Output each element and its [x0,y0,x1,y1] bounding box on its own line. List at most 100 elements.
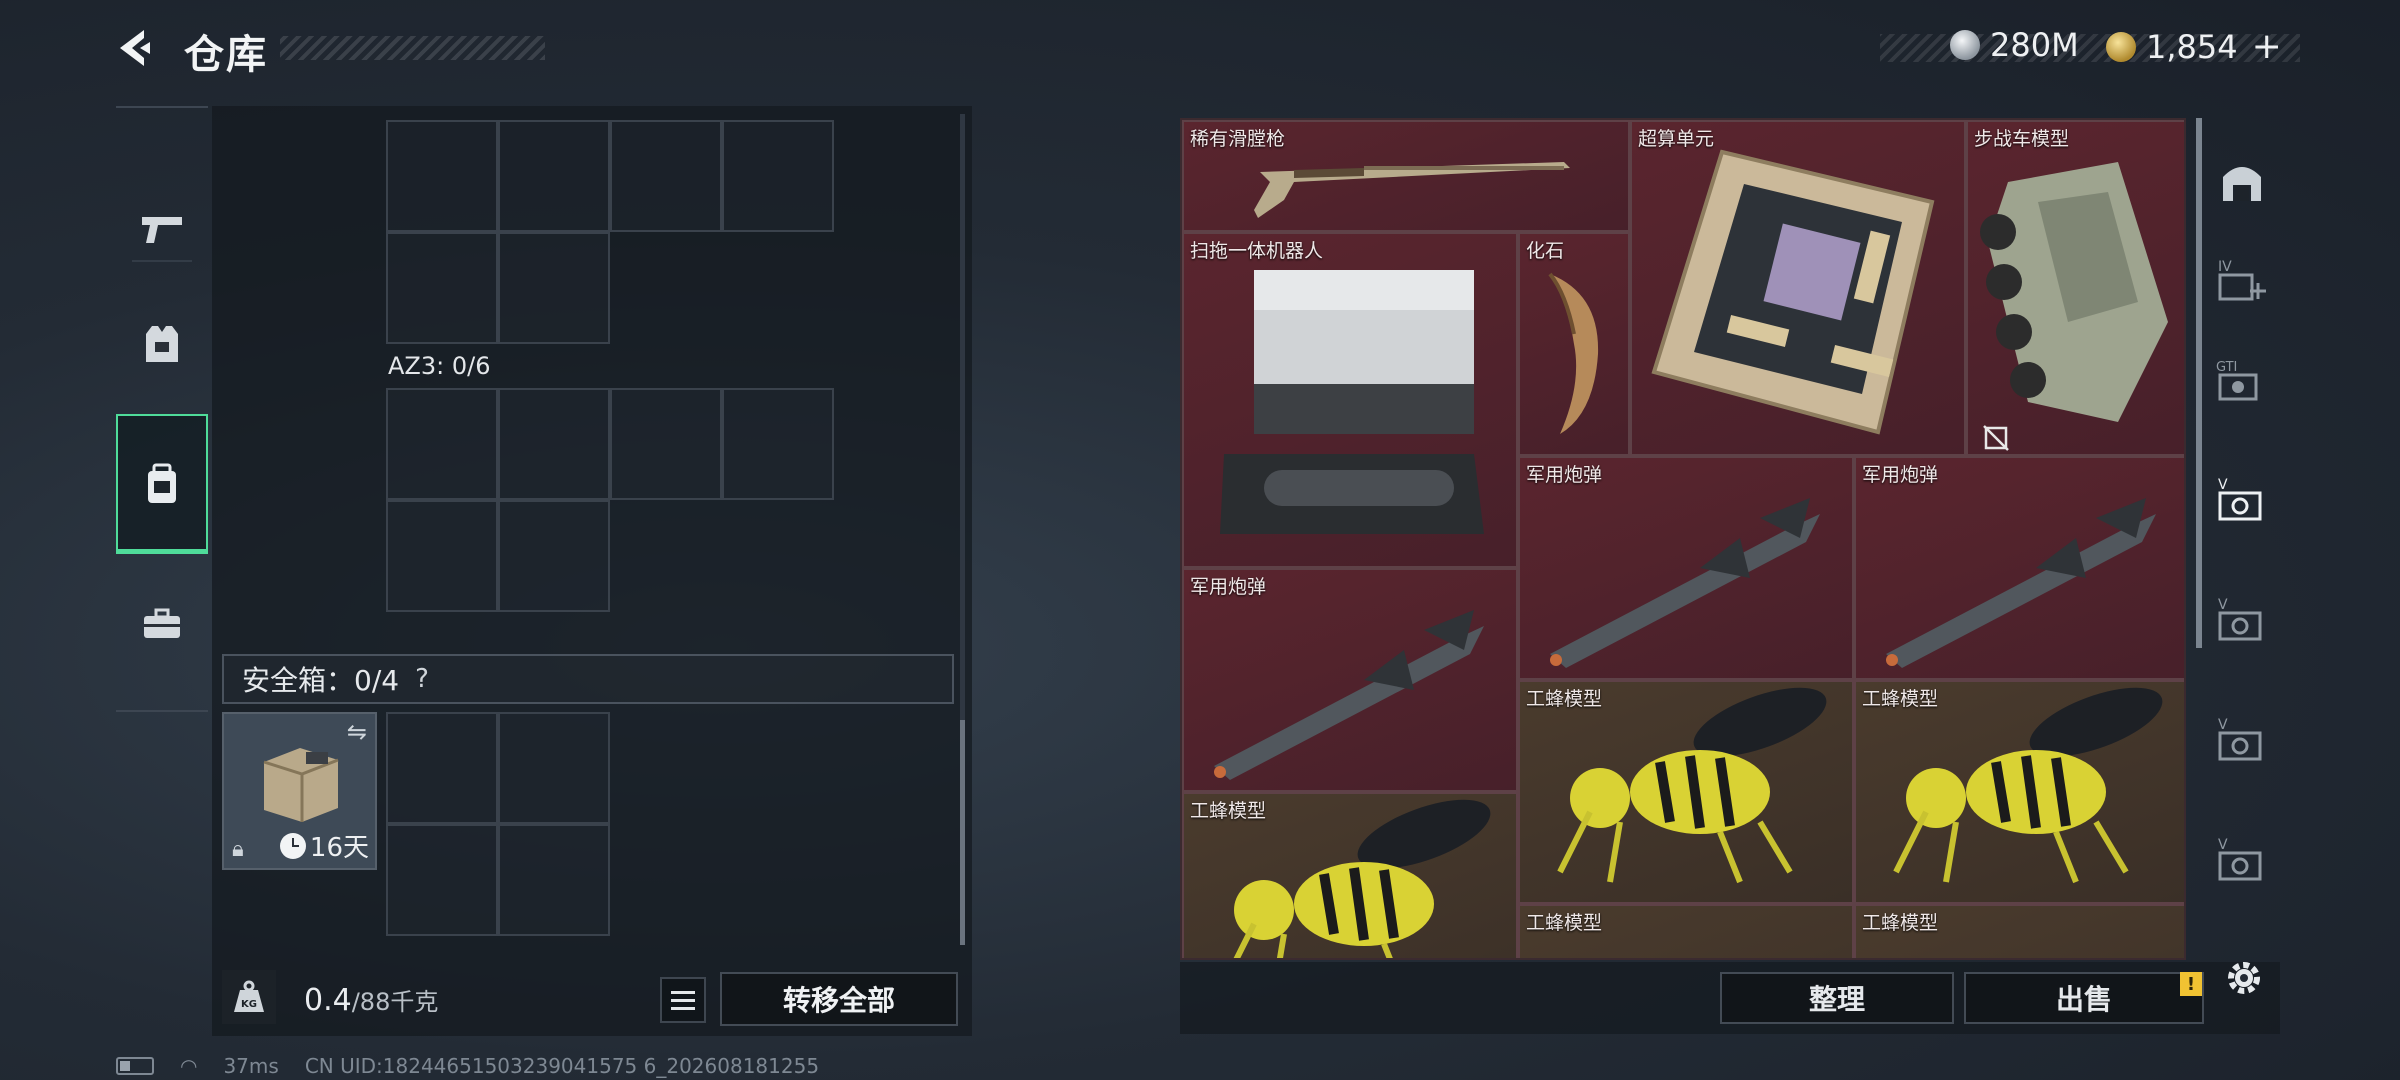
grid-slot[interactable] [386,120,498,232]
stash-item-worker-bee-model[interactable]: 工蜂模型 [1854,904,2184,958]
wifi-icon: ◠ [180,1054,198,1078]
currency-gold: 1,854 + [2106,26,2282,67]
stash-tab-v[interactable]: V [2210,588,2274,652]
safe-box-days: 16天 [309,833,369,863]
silver-amount: 280M [1990,26,2079,64]
backpack-icon [148,463,176,503]
list-view-button[interactable] [660,977,706,1023]
weight-value: 0.4 [304,983,352,1018]
sort-button[interactable]: 整理 [1720,972,1954,1024]
lock-icon: 🔒︎ [232,837,244,862]
grid-slot[interactable] [498,388,610,500]
stash-item-military-shell[interactable]: 军用炮弹 [1854,456,2184,680]
ping-readout: 37ms [223,1054,279,1078]
stash-tab-v-active[interactable]: V [2210,468,2274,532]
stash-v-icon: V [2218,837,2262,881]
add-currency-button[interactable]: + [2252,26,2282,67]
svg-text:V: V [2218,837,2228,853]
safe-box-label: 安全箱：0/4 [242,664,400,697]
az3-label: AZ3: 0/6 [388,352,491,380]
stash-item-computing-unit[interactable]: 超算单元 [1630,120,1966,456]
svg-text:KG: KG [241,999,257,1010]
weight-readout: 0.4/88千克 [304,982,438,1018]
stash-tab-gti[interactable]: GTI [2210,348,2274,412]
grid-slot[interactable] [386,388,498,500]
category-case[interactable] [116,554,208,694]
grid-slot[interactable] [610,388,722,500]
sell-alert-badge: ! [2180,972,2202,996]
swap-icon[interactable]: ⇋ [347,718,367,746]
sell-button[interactable]: 出售 [1964,972,2204,1024]
safe-box-duration: 16天 [279,827,369,864]
rail-divider [132,260,192,262]
settings-button[interactable] [2216,950,2272,1006]
svg-text:V: V [2218,597,2228,613]
stash-v-icon: V [2218,477,2262,521]
page-title: 仓库 [184,32,268,78]
stash-item-robot-vacuum[interactable]: 扫拖一体机器人 [1182,232,1518,568]
wasp-drone-icon [1557,687,1827,884]
back-button[interactable] [112,24,160,72]
svg-text:V: V [2218,477,2228,493]
safe-slot[interactable] [386,712,498,824]
category-rail [116,106,208,712]
silver-coin-icon [1950,30,1980,60]
stash-tab-v[interactable]: V [2210,828,2274,892]
stash-item-worker-bee-model[interactable]: 工蜂模型 [1518,904,1854,958]
stash-v-icon: V [2218,717,2262,761]
grid-slot[interactable] [498,500,610,612]
weight-icon: KG [222,970,276,1024]
stash-item-worker-bee-model[interactable]: 工蜂模型 [1854,680,2184,904]
gold-coin-icon [2106,31,2136,62]
svg-text:IV: IV [2218,259,2232,275]
stash-gti-icon: GTI [2216,360,2258,401]
missile-icon [1214,610,1484,780]
stash-add-icon: IV [2218,259,2266,301]
container-scrollbar-thumb[interactable] [960,720,965,945]
stash-item-worker-bee-model[interactable]: 工蜂模型 [1518,680,1854,904]
grid-slot[interactable] [498,232,610,344]
grid-slot[interactable] [498,120,610,232]
stash-item-worker-bee-model[interactable]: 工蜂模型 [1182,792,1518,958]
safe-slot[interactable] [498,712,610,824]
category-armor[interactable] [116,274,208,414]
svg-text:GTI: GTI [2216,360,2237,375]
status-bar: ◠ 37ms CN UID:18244651503239041575 6_202… [116,1054,819,1078]
wasp-drone-icon [1893,687,2163,884]
stash-item-military-shell[interactable]: 军用炮弹 [1518,456,1854,680]
circuit-board-icon [1651,149,1935,435]
svg-text:V: V [2218,717,2228,733]
missile-icon [1886,498,2156,668]
grid-slot[interactable] [386,232,498,344]
grid-slot[interactable] [722,388,834,500]
gold-amount: 1,854 [2146,27,2238,66]
stash-tab-home[interactable] [2210,148,2274,212]
robot-vacuum-icon [1220,270,1484,534]
stash-item-musket[interactable]: 稀有滑膛枪 [1182,120,1630,232]
safe-slot[interactable] [498,824,610,936]
battery-icon [116,1057,154,1075]
stash-v-icon: V [2218,597,2262,641]
safe-box-header: 安全箱：0/4 ? [222,654,954,704]
grid-slot[interactable] [386,500,498,612]
clock-icon [279,832,306,859]
stash-item-ifv-model[interactable]: 步战车模型 [1966,120,2184,456]
fossil-claw-icon [1548,272,1599,434]
stash-item-fossil[interactable]: 化石 [1518,232,1630,456]
stash-tab-4-add[interactable]: IV [2210,248,2274,312]
stash-item-military-shell[interactable]: 军用炮弹 [1182,568,1518,792]
category-backpack[interactable] [116,414,208,554]
transfer-all-button[interactable]: 转移全部 [720,972,958,1026]
help-icon[interactable]: ? [415,664,429,694]
vest-icon [146,326,178,362]
grid-slot[interactable] [722,120,834,232]
safe-slot[interactable] [386,824,498,936]
title-decoration [280,36,545,60]
armored-vehicle-icon [1980,162,2168,422]
pistol-icon [142,217,182,243]
grid-slot[interactable] [610,120,722,232]
back-arrow-icon [120,30,150,66]
safe-box-item[interactable]: ⇋ 🔒︎ 16天 [222,712,377,870]
stash-home-icon [2223,167,2261,201]
stash-tab-v[interactable]: V [2210,708,2274,772]
